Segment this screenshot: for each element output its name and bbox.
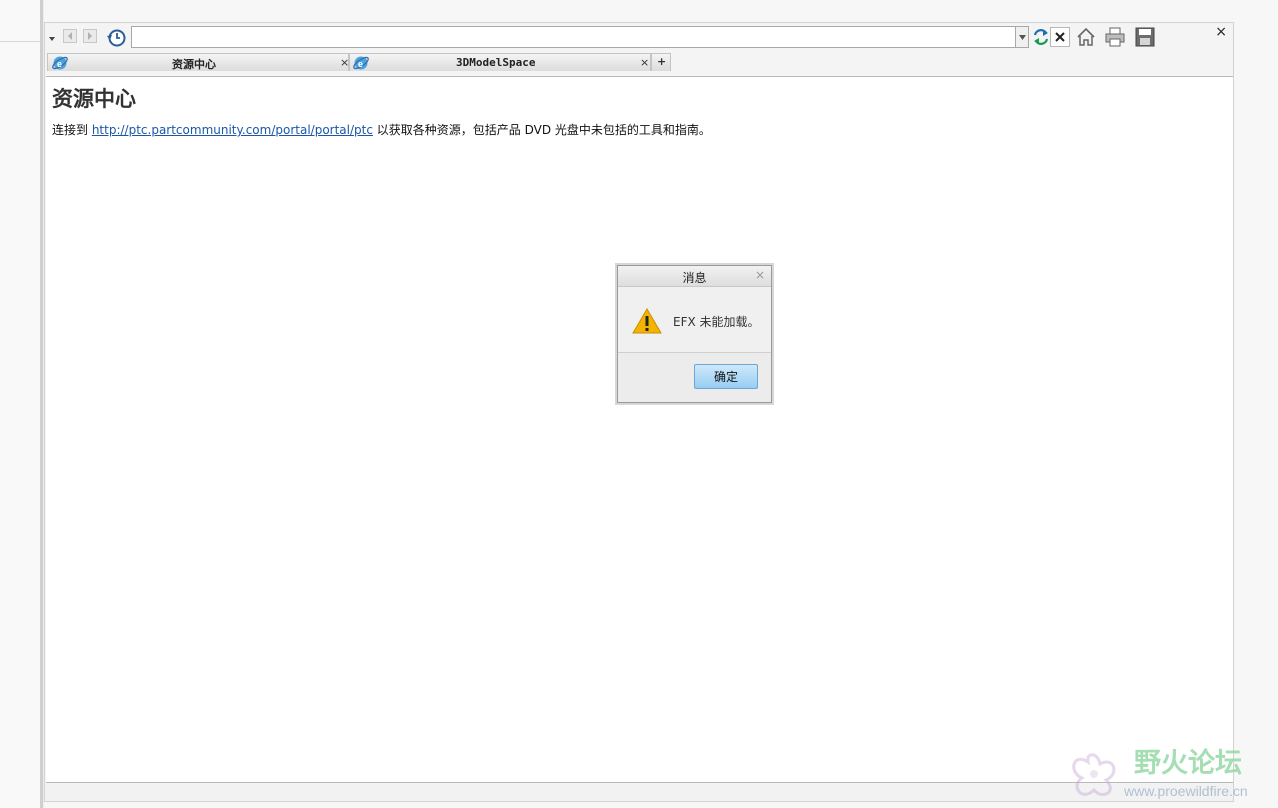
refresh-icon[interactable] xyxy=(1031,27,1051,47)
ok-button[interactable]: 确定 xyxy=(694,364,758,389)
tab-resource-center[interactable]: e 资源中心 × xyxy=(47,53,349,71)
svg-text:e: e xyxy=(57,59,62,69)
home-icon[interactable] xyxy=(1075,26,1097,48)
dialog-message: EFX 未能加载。 xyxy=(673,315,760,329)
url-input[interactable] xyxy=(131,26,1016,48)
tab-close-button[interactable]: × xyxy=(640,56,649,69)
tab-label: 3DModelSpace xyxy=(456,56,536,69)
browser-panel: × e 资源中心 × e 3DModelSpace × + 资源中心 连接到 h… xyxy=(44,22,1234,802)
tab-label: 资源中心 xyxy=(172,58,216,71)
dialog-titlebar: 消息 × xyxy=(618,266,771,287)
print-icon[interactable] xyxy=(1104,26,1126,48)
forward-icon[interactable] xyxy=(83,29,97,43)
plus-icon: + xyxy=(657,55,667,68)
dialog-footer: 确定 xyxy=(618,353,771,402)
watermark-text: 野火论坛 xyxy=(1134,748,1242,779)
left-panel xyxy=(0,0,40,808)
left-panel-divider xyxy=(0,41,40,42)
watermark-logo: 野火论坛 www.proewildfire.cn xyxy=(1068,742,1268,804)
back-icon[interactable] xyxy=(63,29,77,43)
browser-toolbar: × xyxy=(45,23,1233,51)
tab-strip: e 资源中心 × e 3DModelSpace × + xyxy=(45,52,1233,72)
message-dialog: 消息 × EFX 未能加载。 确定 xyxy=(617,265,772,403)
new-tab-button[interactable]: + xyxy=(651,53,671,71)
page-description: 连接到 http://ptc.partcommunity.com/portal/… xyxy=(52,121,711,138)
page-title: 资源中心 xyxy=(52,86,136,111)
browser-tab-icon: e xyxy=(352,54,370,75)
url-dropdown-icon[interactable] xyxy=(1015,26,1029,48)
watermark-url: www.proewildfire.cn xyxy=(1123,783,1248,799)
svg-text:e: e xyxy=(358,59,363,69)
dialog-close-button[interactable]: × xyxy=(755,268,765,282)
stop-icon[interactable] xyxy=(1050,27,1070,47)
dialog-title: 消息 xyxy=(682,271,707,285)
save-icon[interactable] xyxy=(1134,26,1156,48)
tab-3dmodelspace[interactable]: e 3DModelSpace × xyxy=(349,53,651,71)
web-content: 资源中心 连接到 http://ptc.partcommunity.com/po… xyxy=(46,76,1233,783)
browser-tab-icon: e xyxy=(51,54,69,75)
close-panel-button[interactable]: × xyxy=(1215,24,1227,40)
tab-close-button[interactable]: × xyxy=(340,56,349,69)
desc-prefix: 连接到 xyxy=(52,123,92,137)
toolbar-menu-icon[interactable] xyxy=(47,33,57,45)
history-icon[interactable] xyxy=(105,27,126,48)
desc-suffix: 以获取各种资源，包括产品 DVD 光盘中未包括的工具和指南。 xyxy=(372,123,711,137)
warning-icon xyxy=(632,308,662,338)
dialog-body: EFX 未能加载。 xyxy=(618,287,771,353)
status-bar xyxy=(46,784,1233,801)
portal-link[interactable]: http://ptc.partcommunity.com/portal/port… xyxy=(92,123,373,137)
